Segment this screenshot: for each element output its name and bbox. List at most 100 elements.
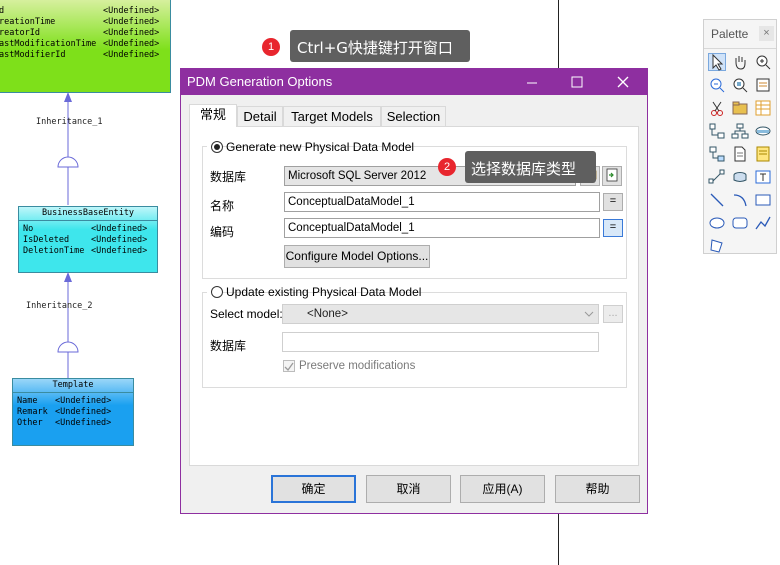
palette-tool-pointer[interactable]: [708, 53, 726, 71]
maximize-button[interactable]: [562, 73, 592, 91]
properties-icon: [606, 168, 618, 182]
zoom-out-icon: [710, 78, 725, 93]
tab-detail[interactable]: Detail: [237, 106, 283, 126]
preserve-checkbox[interactable]: [283, 360, 295, 372]
palette-tool-file[interactable]: [731, 145, 749, 163]
tab-selection[interactable]: Selection: [381, 106, 446, 126]
name-input[interactable]: ConceptualDataModel_1: [284, 192, 600, 212]
tab-label: Detail: [243, 109, 277, 124]
palette-close-button[interactable]: ×: [759, 26, 774, 41]
update-existing-option[interactable]: Update existing Physical Data Model: [207, 284, 421, 300]
help-button[interactable]: 帮助: [555, 475, 640, 503]
code-input[interactable]: ConceptualDataModel_1: [284, 218, 600, 238]
palette-tool-zoom-out[interactable]: [708, 76, 726, 94]
attribute-name: reatorId: [0, 28, 40, 38]
entity-template[interactable]: Template Name <Undefined> Remark <Undefined…: [12, 378, 134, 446]
palette-tool-reference[interactable]: [708, 122, 726, 140]
palette-tool-grabber[interactable]: [731, 53, 749, 71]
attribute-type: <Undefined>: [103, 6, 160, 16]
name-value: ConceptualDataModel_1: [288, 196, 415, 208]
select-model-ellipsis-button[interactable]: ...: [603, 305, 623, 323]
inheritance-2-connector[interactable]: [40, 270, 100, 382]
chevron-down-icon: [584, 311, 594, 317]
entity-base[interactable]: d <Undefined> reationTime <Undefined> reator…: [0, 0, 171, 93]
attribute-name: DeletionTime: [23, 246, 85, 256]
file-icon: [734, 146, 746, 162]
close-button[interactable]: [608, 73, 638, 91]
callout-2-text: 选择数据库类型: [471, 160, 577, 178]
line-icon: [710, 193, 724, 207]
palette-tool-package[interactable]: [731, 99, 749, 117]
palette-tool-cut[interactable]: [708, 99, 726, 117]
entity-attribute-row: No <Undefined>: [19, 224, 157, 235]
palette-tool-rounded-rect[interactable]: [731, 214, 749, 232]
grabber-icon: [735, 56, 746, 70]
dbms-properties-button[interactable]: [602, 166, 622, 186]
tab-general[interactable]: 常规: [189, 104, 237, 127]
generate-new-option[interactable]: Generate new Physical Data Model: [207, 139, 414, 155]
minimize-button[interactable]: [517, 73, 547, 91]
palette-tool-hierarchy[interactable]: [731, 122, 749, 140]
palette-tool-arc[interactable]: [731, 191, 749, 209]
palette-panel: Palette ×: [703, 19, 777, 254]
rounded-rect-icon: [732, 217, 748, 229]
dialog-title: PDM Generation Options: [187, 74, 333, 89]
cancel-button[interactable]: 取消: [366, 475, 451, 503]
attribute-name: astModifierId: [0, 50, 66, 60]
package-icon: [732, 101, 748, 115]
callout-2-badge: 2: [438, 158, 456, 176]
inheritance-1-connector[interactable]: [40, 90, 100, 210]
properties-icon: [756, 78, 770, 92]
apply-button[interactable]: 应用(A): [460, 475, 545, 503]
palette-tool-view[interactable]: [754, 122, 772, 140]
palette-tool-line[interactable]: [708, 191, 726, 209]
entity-attribute-row: astModificationTime <Undefined>: [0, 39, 170, 50]
minimize-icon: [527, 82, 537, 84]
configure-model-options-button[interactable]: Configure Model Options...: [284, 245, 430, 268]
table-icon: [755, 100, 771, 116]
update-existing-radio[interactable]: [211, 286, 223, 298]
link-icon: [708, 169, 725, 184]
entity-title: BusinessBaseEntity: [19, 207, 157, 221]
palette-tool-zoom-in[interactable]: [754, 53, 772, 71]
palette-tool-properties[interactable]: [754, 76, 772, 94]
attribute-type: <Undefined>: [103, 50, 160, 60]
entity-attribute-row: Name <Undefined>: [13, 396, 133, 407]
select-model-value: <None>: [307, 308, 348, 320]
palette-tool-link[interactable]: [708, 168, 726, 186]
palette-tool-rectangle[interactable]: [754, 191, 772, 209]
update-dbms-field[interactable]: [282, 332, 599, 352]
attribute-type: <Undefined>: [55, 396, 112, 406]
apply-label: 应用(A): [482, 482, 523, 496]
minimize-icon[interactable]: [691, 69, 692, 70]
update-existing-label: Update existing Physical Data Model: [226, 285, 422, 299]
palette-tool-table[interactable]: [754, 99, 772, 117]
entity-business-base[interactable]: BusinessBaseEntity No <Undefined> IsDelete…: [18, 206, 158, 273]
palette-tool-ellipse[interactable]: [708, 214, 726, 232]
view-icon: [755, 126, 771, 136]
arc-icon: [733, 194, 747, 207]
tab-label: Selection: [386, 109, 441, 124]
select-model-dropdown[interactable]: <None>: [282, 304, 599, 324]
palette-tool-text[interactable]: [754, 168, 772, 186]
name-code-sync-button[interactable]: =: [603, 193, 623, 211]
palette-tool-database[interactable]: [731, 168, 749, 186]
tab-target-models[interactable]: Target Models: [283, 106, 381, 126]
generate-new-radio[interactable]: [211, 141, 223, 153]
palette-tool-polygon[interactable]: [708, 237, 726, 255]
select-model-label: Select model:: [210, 307, 283, 321]
palette-tool-zoom-fit[interactable]: [731, 76, 749, 94]
attribute-type: <Undefined>: [103, 28, 160, 38]
database-icon: [733, 172, 747, 182]
ok-button[interactable]: 确定: [271, 475, 356, 503]
dialog-titlebar[interactable]: PDM Generation Options: [181, 69, 647, 95]
inheritance-2-label: Inheritance_2: [26, 301, 93, 311]
attribute-type: <Undefined>: [55, 418, 112, 428]
palette-tool-polyline[interactable]: [754, 214, 772, 232]
attribute-name: reationTime: [0, 17, 56, 27]
attribute-type: <Undefined>: [91, 235, 148, 245]
palette-tool-procedure[interactable]: [708, 145, 726, 163]
code-name-sync-button[interactable]: =: [603, 219, 623, 237]
palette-separator: [704, 48, 776, 49]
palette-tool-note[interactable]: [754, 145, 772, 163]
